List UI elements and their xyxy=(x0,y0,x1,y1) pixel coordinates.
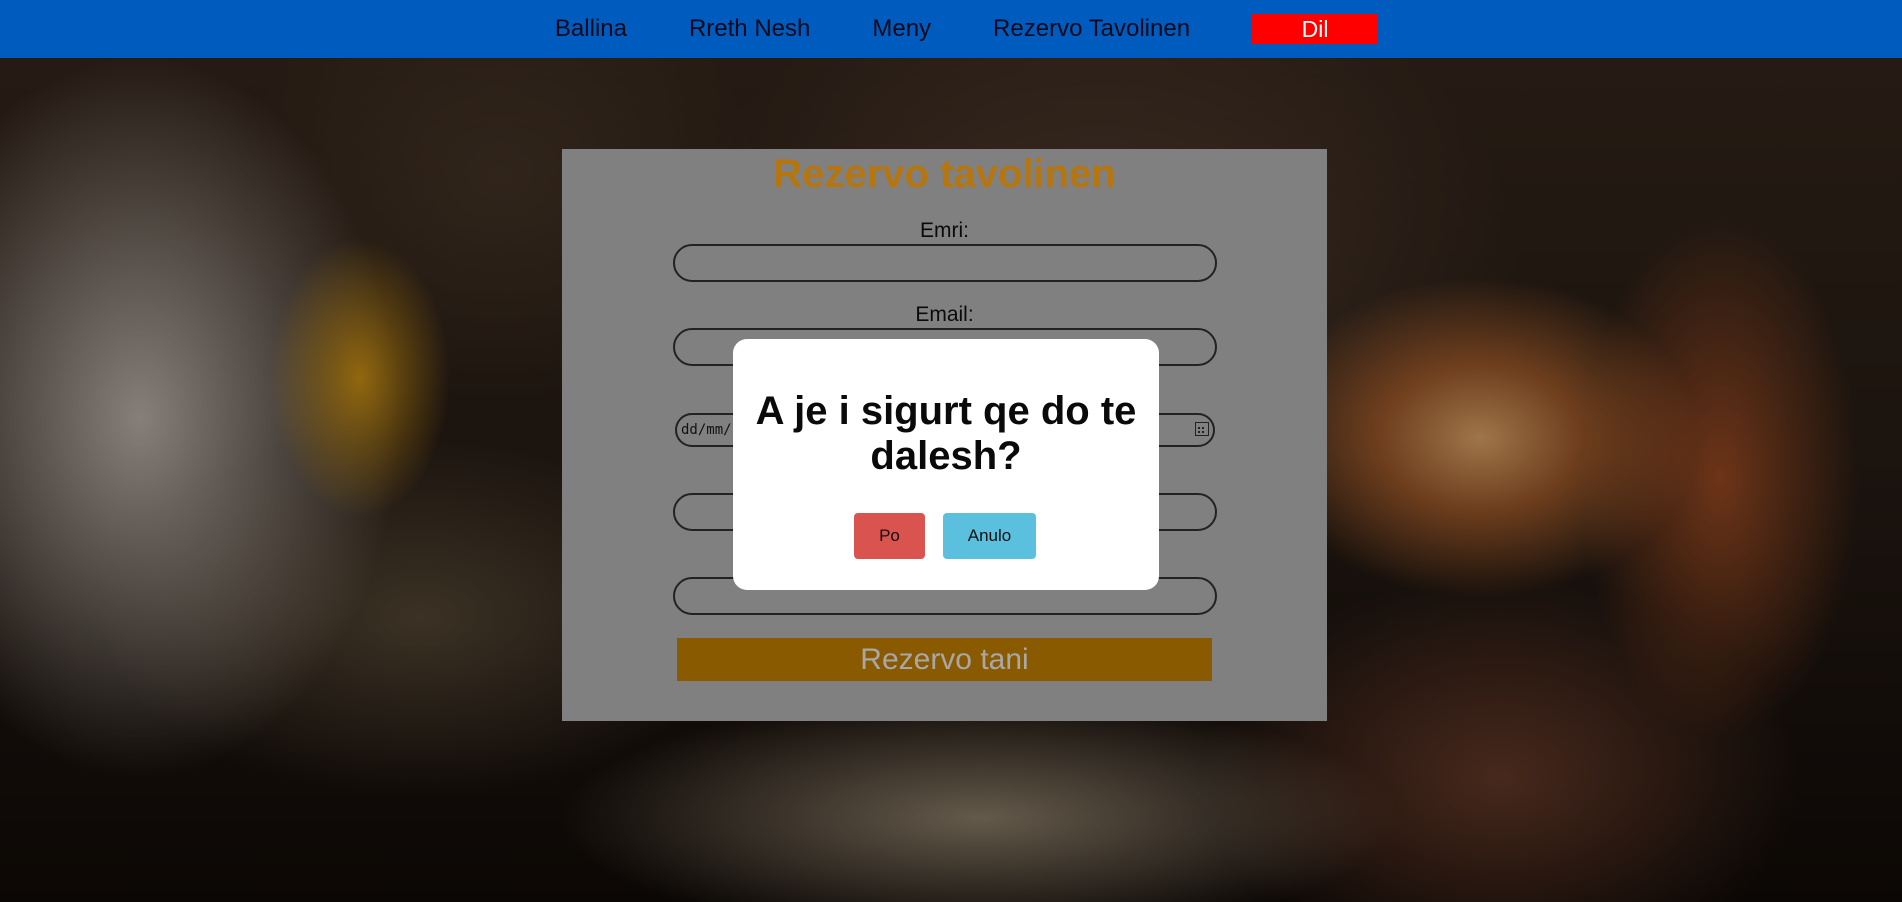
calendar-icon[interactable] xyxy=(1195,422,1209,436)
date-placeholder: dd/mm/ xyxy=(681,422,732,438)
nav-item-rezervo-tavolinen[interactable]: Rezervo Tavolinen xyxy=(993,15,1190,43)
logout-button[interactable]: Dil xyxy=(1252,14,1379,44)
name-label: Emri: xyxy=(920,219,969,242)
email-label: Email: xyxy=(915,303,974,326)
logout-confirm-dialog: A je i sigurt qe do te dalesh? Po Anulo xyxy=(733,339,1159,590)
nav-item-ballina[interactable]: Ballina xyxy=(555,15,627,43)
top-navbar: Ballina Rreth Nesh Meny Rezervo Tavoline… xyxy=(0,0,1902,58)
name-input[interactable] xyxy=(673,244,1217,282)
form-title: Rezervo tavolinen xyxy=(773,152,1116,196)
nav-item-rreth-nesh[interactable]: Rreth Nesh xyxy=(689,15,810,43)
confirm-button[interactable]: Po xyxy=(854,513,925,559)
cancel-button[interactable]: Anulo xyxy=(943,513,1036,559)
dialog-message: A je i sigurt qe do te dalesh? xyxy=(755,389,1137,478)
nav-item-meny[interactable]: Meny xyxy=(872,15,931,43)
reserve-now-button[interactable]: Rezervo tani xyxy=(677,638,1212,681)
